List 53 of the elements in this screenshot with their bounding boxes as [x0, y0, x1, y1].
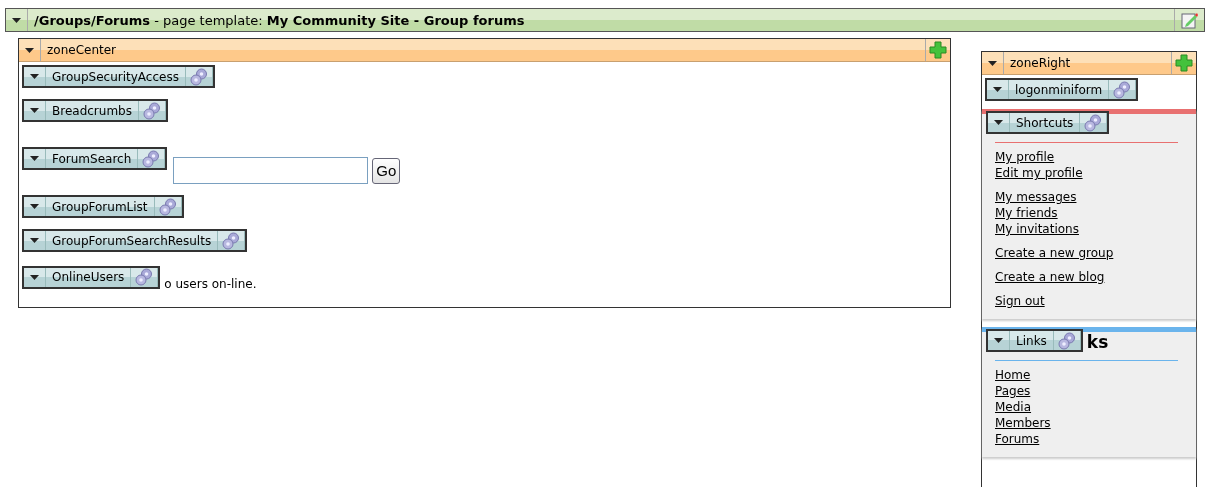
- caret-icon[interactable]: [994, 120, 1003, 125]
- add-icon[interactable]: [1175, 54, 1193, 72]
- caret-icon[interactable]: [30, 274, 39, 280]
- webpart-name: ForumSearch: [46, 149, 139, 168]
- go-button[interactable]: Go: [372, 157, 401, 184]
- gears-icon[interactable]: [142, 149, 161, 168]
- caret-icon[interactable]: [30, 204, 39, 209]
- webpart-name: GroupSecurityAccess: [46, 67, 186, 86]
- caret-icon[interactable]: [25, 47, 34, 53]
- online-users-text: o users on-line.: [164, 277, 257, 291]
- gears-icon[interactable]: [142, 101, 161, 120]
- gears-icon[interactable]: [1084, 113, 1103, 132]
- nav-link[interactable]: Edit my profile: [995, 165, 1083, 181]
- nav-link[interactable]: Create a new group: [995, 245, 1114, 261]
- caret-icon[interactable]: [12, 17, 21, 23]
- caret-icon[interactable]: [988, 60, 997, 66]
- search-field[interactable]: [173, 157, 369, 184]
- caret-icon[interactable]: [30, 238, 39, 243]
- webpart-name: logonminiform: [1009, 80, 1110, 99]
- caret-icon[interactable]: [994, 338, 1003, 343]
- caret-icon[interactable]: [993, 87, 1002, 92]
- webpart-name: GroupForumList: [46, 197, 155, 216]
- nav-link[interactable]: Media: [995, 399, 1032, 415]
- zone-title: zoneCenter: [46, 43, 117, 57]
- nav-link[interactable]: Sign out: [995, 293, 1045, 309]
- nav-link[interactable]: My friends: [995, 205, 1058, 221]
- caret-icon[interactable]: [30, 156, 39, 161]
- caret-icon[interactable]: [30, 108, 39, 113]
- gears-icon[interactable]: [135, 268, 154, 286]
- add-icon[interactable]: [929, 41, 947, 59]
- nav-link[interactable]: Home: [995, 367, 1031, 383]
- webpart-name: Shortcuts: [1010, 113, 1081, 132]
- webpart-name: Links: [1010, 331, 1054, 350]
- nav-link[interactable]: Pages: [995, 383, 1031, 399]
- gears-icon[interactable]: [189, 67, 208, 86]
- nav-link[interactable]: My messages: [995, 189, 1077, 205]
- caret-icon[interactable]: [30, 74, 39, 79]
- gears-icon[interactable]: [158, 197, 177, 216]
- webpart-name: Breadcrumbs: [46, 101, 139, 120]
- gears-icon[interactable]: [1057, 331, 1076, 350]
- gears-icon[interactable]: [1113, 80, 1132, 99]
- nav-link[interactable]: My profile: [995, 149, 1055, 165]
- nav-link[interactable]: My invitations: [995, 221, 1079, 237]
- webpart-name: GroupForumSearchResults: [46, 231, 219, 250]
- section-heading: ks: [1086, 332, 1109, 352]
- edit-icon[interactable]: [1181, 11, 1198, 29]
- nav-link[interactable]: Members: [995, 415, 1051, 431]
- nav-link[interactable]: Create a new blog: [995, 269, 1105, 285]
- page-title: /Groups/Forums - page template: My Community Site - Group forums: [33, 12, 525, 28]
- zone-title: zoneRight: [1009, 56, 1071, 70]
- gears-icon[interactable]: [222, 231, 241, 250]
- nav-link[interactable]: Forums: [995, 431, 1040, 447]
- webpart-name: OnlineUsers: [46, 267, 132, 287]
